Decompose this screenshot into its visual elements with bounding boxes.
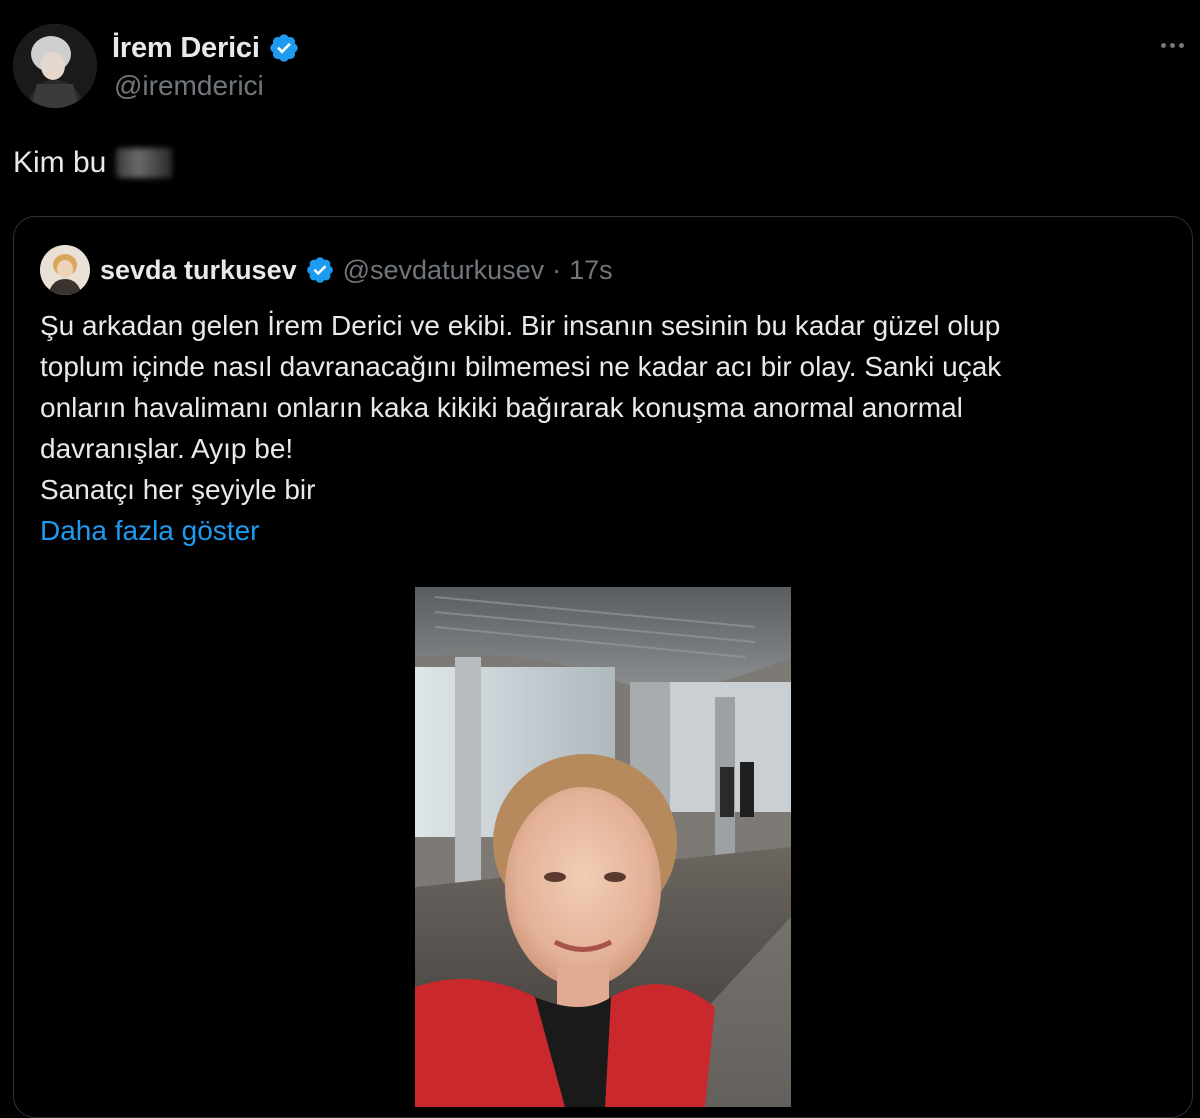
censored-word: [116, 148, 173, 178]
quoted-tweet-card[interactable]: sevda turkusev @sevdaturkusev · 17s Şu a…: [13, 216, 1193, 1118]
quoted-text-line: onların havalimanı onların kaka kikiki b…: [40, 392, 963, 423]
tweet-text: Kim bu: [13, 146, 173, 180]
quoted-text-line: davranışlar. Ayıp be!: [40, 433, 294, 464]
airport-selfie-image: [415, 587, 791, 1107]
quoted-tweet-text: Şu arkadan gelen İrem Derici ve ekibi. B…: [40, 305, 1160, 551]
author-display-name[interactable]: İrem Derici: [112, 32, 260, 65]
more-horizontal-icon: [1160, 42, 1166, 48]
show-more-link[interactable]: Daha fazla göster: [40, 510, 1160, 551]
video-thumbnail[interactable]: [415, 587, 791, 1107]
quoted-author-display-name[interactable]: sevda turkusev: [100, 255, 297, 286]
quoted-text-line: Sanatçı her şeyiyle bir: [40, 474, 316, 505]
quoted-text-line: toplum içinde nasıl davranacağını bilmem…: [40, 351, 1002, 382]
tweet: İrem Derici @iremderici Kim bu sevda tur…: [0, 0, 1200, 1118]
author-name-row: İrem Derici: [112, 28, 300, 68]
author-handle[interactable]: @iremderici: [114, 70, 264, 102]
quoted-author-handle[interactable]: @sevdaturkusev: [343, 255, 545, 286]
quoted-text-line: Şu arkadan gelen İrem Derici ve ekibi. B…: [40, 310, 1001, 341]
quoted-tweet-header: sevda turkusev @sevdaturkusev · 17s: [100, 251, 613, 289]
tweet-text-content: Kim bu: [13, 146, 107, 179]
quoted-author-avatar[interactable]: [40, 245, 90, 295]
quoted-verified-badge-icon: [305, 255, 335, 285]
verified-badge-icon: [268, 32, 300, 64]
author-avatar[interactable]: [13, 24, 97, 108]
quoted-tweet-timestamp[interactable]: 17s: [569, 255, 613, 286]
author-avatar-image: [13, 24, 97, 108]
header-separator: ·: [552, 254, 562, 285]
quoted-author-avatar-image: [40, 245, 90, 295]
more-options-button[interactable]: [1150, 30, 1194, 60]
